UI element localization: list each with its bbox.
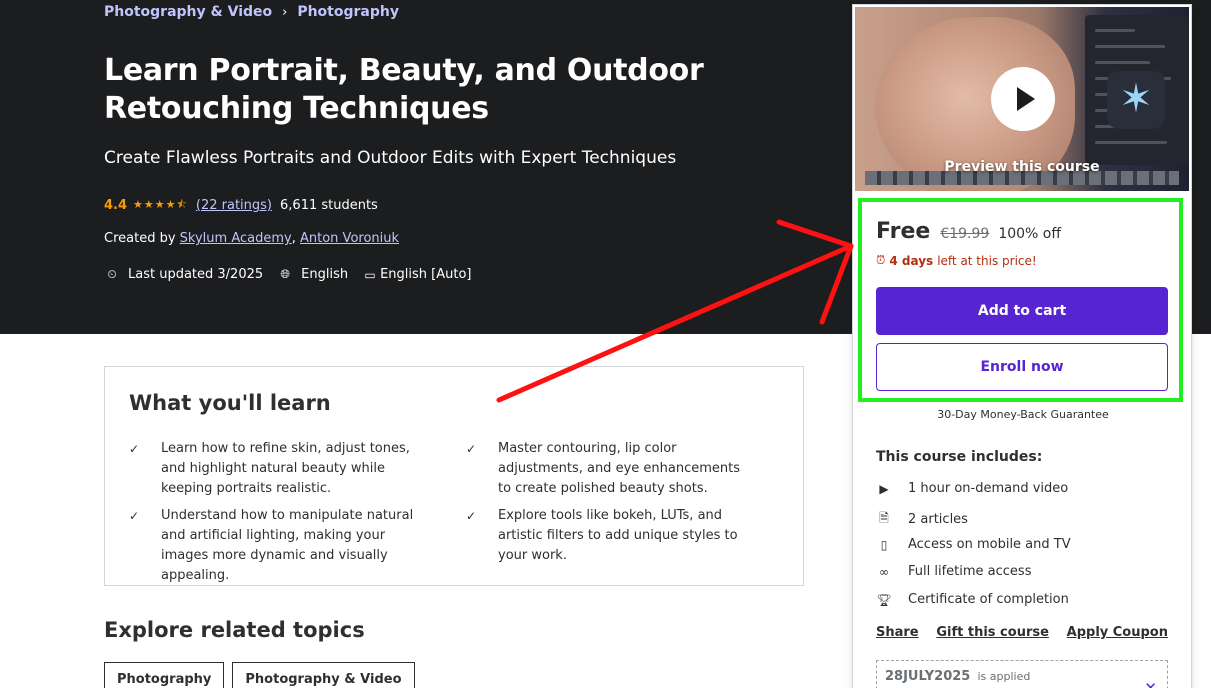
learn-item: ✓ Master contouring, lip color adjustmen…: [466, 439, 756, 499]
include-item: ▶ 1 hour on-demand video: [876, 481, 1068, 496]
coupon-status: is applied: [977, 670, 1031, 683]
check-icon: ✓: [466, 509, 477, 523]
last-updated-text: Last updated 3/2025: [128, 267, 264, 282]
learn-item-text: Explore tools like bokeh, LUTs, and arti…: [498, 508, 738, 563]
captions-text: English [Auto]: [380, 267, 472, 282]
star-rating-icon: ★★★★⯪: [133, 198, 188, 211]
globe-icon: 🌐︎: [280, 267, 290, 281]
learn-item-text: Learn how to refine skin, adjust tones, …: [161, 441, 410, 496]
include-label: Full lifetime access: [908, 564, 1032, 579]
language-text: English: [301, 267, 349, 282]
course-meta: ⏲ Last updated 3/2025 🌐︎ English ▭ Engli…: [104, 267, 486, 282]
play-icon[interactable]: [991, 67, 1055, 131]
include-item: 🏆︎ Certificate of completion: [876, 592, 1069, 607]
author-separator: ,: [291, 231, 296, 246]
sparkle-icon: ✶: [1107, 71, 1165, 129]
alert-clock-icon: ⏲: [107, 267, 117, 281]
article-icon: 🗎: [879, 511, 889, 525]
include-label: 1 hour on-demand video: [908, 481, 1069, 496]
learn-item: ✓ Learn how to refine skin, adjust tones…: [129, 439, 419, 499]
share-link[interactable]: Share: [876, 625, 919, 640]
breadcrumb: Photography & Video › Photography: [104, 4, 399, 20]
gift-course-link[interactable]: Gift this course: [936, 625, 1049, 640]
trophy-icon: 🏆︎: [876, 592, 892, 607]
students-count: 6,611 students: [280, 198, 378, 213]
sidebar-links: Share Gift this course Apply Coupon: [876, 625, 1168, 640]
applied-coupon: 28JULY2025 is applied ✕: [876, 660, 1168, 688]
course-subtitle: Create Flawless Portraits and Outdoor Ed…: [104, 148, 677, 168]
preview-label[interactable]: Preview this course: [855, 159, 1189, 175]
apply-coupon-link[interactable]: Apply Coupon: [1067, 625, 1168, 640]
rating-row: 4.4 ★★★★⯪ (22 ratings) 6,611 students: [104, 196, 378, 215]
breadcrumb-item-photography-video[interactable]: Photography & Video: [104, 4, 272, 20]
learn-item-text: Master contouring, lip color adjustments…: [498, 441, 740, 496]
learn-item: ✓ Understand how to manipulate natural a…: [129, 506, 419, 586]
annotation-highlight-box: [858, 198, 1183, 402]
coupon-code: 28JULY2025: [885, 669, 971, 684]
author-link-skylum[interactable]: Skylum Academy: [180, 231, 292, 246]
money-back-guarantee: 30-Day Money-Back Guarantee: [937, 408, 1109, 421]
captions: ▭ English [Auto]: [362, 267, 471, 282]
learn-item: ✓ Explore tools like bokeh, LUTs, and ar…: [466, 506, 756, 566]
created-by-label: Created by: [104, 231, 176, 246]
created-by: Created by Skylum Academy, Anton Voroniu…: [104, 231, 399, 246]
check-icon: ✓: [466, 442, 477, 456]
course-title: Learn Portrait, Beauty, and Outdoor Reto…: [104, 53, 704, 126]
check-icon: ✓: [129, 509, 140, 523]
course-preview[interactable]: ✶ Preview this course: [855, 7, 1189, 191]
include-label: 2 articles: [908, 512, 968, 527]
infinity-icon: ∞: [879, 564, 889, 579]
related-topics: Photography Photography & Video: [104, 662, 415, 688]
learn-item-text: Understand how to manipulate natural and…: [161, 508, 414, 583]
author-link-anton[interactable]: Anton Voroniuk: [300, 231, 399, 246]
include-item: ∞ Full lifetime access: [876, 564, 1031, 579]
check-icon: ✓: [129, 442, 140, 456]
include-item: 🗎 2 articles: [876, 509, 968, 530]
rating-value: 4.4: [104, 198, 128, 213]
breadcrumb-chevron-icon: ›: [282, 4, 288, 20]
last-updated: ⏲ Last updated 3/2025: [104, 267, 263, 282]
learn-title: What you'll learn: [129, 391, 331, 415]
breadcrumb-item-photography[interactable]: Photography: [297, 4, 399, 20]
captions-icon: ▭: [364, 267, 376, 282]
include-label: Access on mobile and TV: [908, 537, 1071, 552]
explore-title: Explore related topics: [104, 618, 365, 642]
include-item: ▯ Access on mobile and TV: [876, 537, 1071, 552]
remove-coupon-close-icon[interactable]: ✕: [1144, 679, 1157, 688]
topic-photography-video[interactable]: Photography & Video: [232, 662, 415, 688]
mobile-icon: ▯: [880, 537, 888, 552]
includes-title: This course includes:: [876, 449, 1043, 465]
ratings-count-link[interactable]: (22 ratings): [196, 198, 272, 213]
include-label: Certificate of completion: [908, 592, 1069, 607]
topic-photography[interactable]: Photography: [104, 662, 225, 688]
video-icon: ▶: [879, 481, 889, 496]
what-you-will-learn: What you'll learn ✓ Learn how to refine …: [104, 366, 804, 586]
language: 🌐︎ English: [277, 267, 348, 282]
